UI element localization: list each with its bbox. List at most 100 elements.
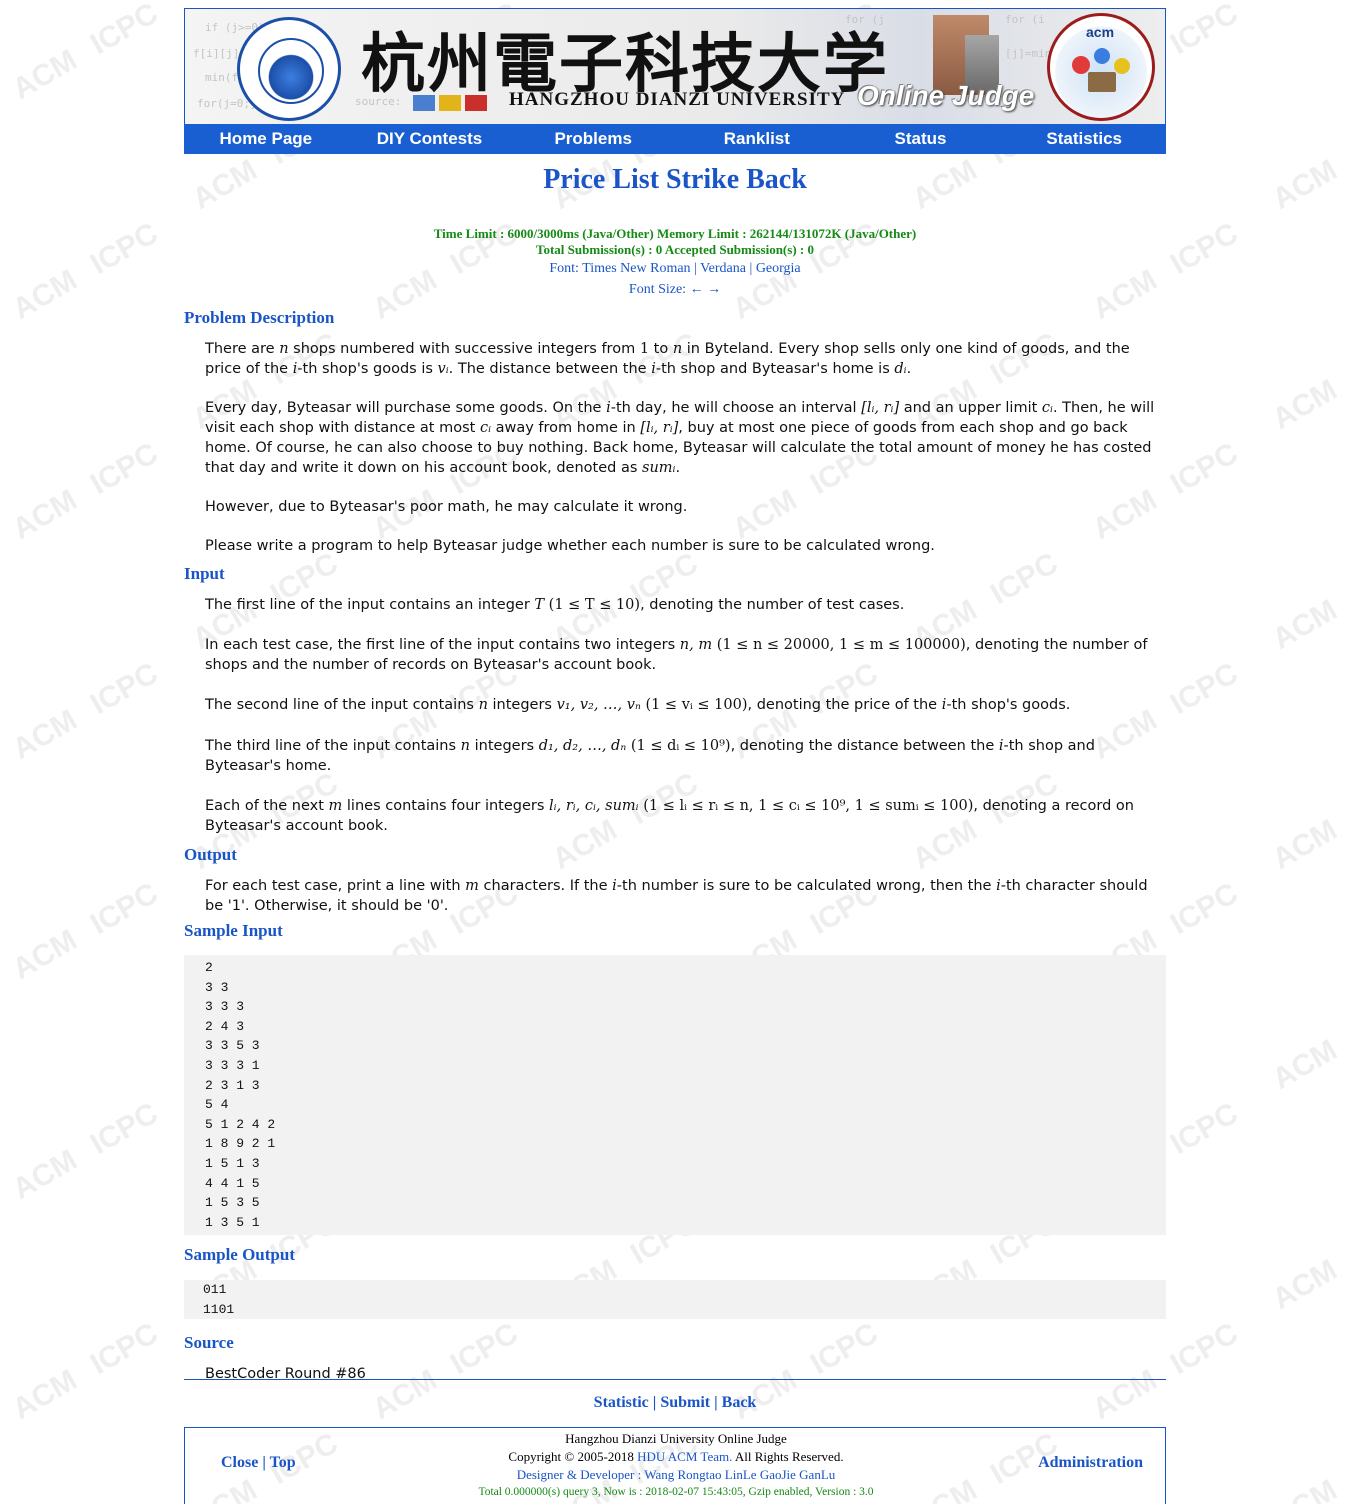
online-judge-label: Online Judge [857,80,1035,111]
sample-input-block: 2 3 3 3 3 3 2 4 3 3 3 5 3 3 3 3 1 2 3 1 3 5 4 5 … [184,955,1166,1236]
sample-input-line: 3 3 3 1 [205,1057,260,1073]
sample-output-section: Sample Output 011 1101 [184,1245,1166,1320]
font-selector: Font: Times New Roman | Verdana | Georgi… [549,261,801,276]
nav-diy-contests[interactable]: DIY Contests [348,124,512,154]
watermark-text: ACMICPC [7,0,164,106]
svg-text:ACM: ACM [1267,1253,1343,1316]
sample-input-line: 1 8 9 2 1 [205,1136,276,1152]
sample-input-line: 4 4 1 5 [205,1175,260,1191]
svg-text:ICPC: ICPC [85,877,164,941]
bottom-links: Statistic | Submit | Back [593,1394,757,1411]
desc-paragraph-1: There are n shops numbered with successi… [205,341,1130,377]
svg-text:ACM: ACM [7,1363,83,1426]
footer-stats: Total 0.000000(s) query 3, Now is : 2018… [478,1486,874,1498]
sample-output-block: 011 1101 [184,1280,1166,1320]
svg-text:ACM: ACM [1267,593,1343,656]
svg-text:ICPC: ICPC [1345,547,1349,611]
submit-link[interactable]: Submit [660,1394,710,1411]
svg-text:ICPC: ICPC [1165,1097,1244,1161]
sample-input-line: 5 4 [205,1097,229,1113]
svg-text:ACM: ACM [7,43,83,106]
input-line-3: The second line of the input contains n … [205,697,1071,713]
svg-text:ACM: ACM [1267,373,1343,436]
font-size-arrows[interactable]: ← → [690,282,722,297]
font-size-label: Font Size: [628,282,687,297]
input-body: The first line of the input contains an … [184,595,1166,836]
limits-line: Time Limit : 6000/3000ms (Java/Other) Me… [433,226,917,241]
hdu-acm-team-link[interactable]: HDU ACM Team. [637,1449,732,1464]
font-georgia[interactable]: Georgia [756,261,801,276]
sample-input-line: 1 5 3 5 [205,1195,260,1211]
watermark-text: ACMICPC [7,657,164,766]
font-size-control: Font Size: ← → [184,282,1166,298]
description-heading: Problem Description [184,308,335,327]
svg-text:ICPC: ICPC [85,0,164,61]
administration-link[interactable]: Administration [1038,1454,1143,1472]
svg-text:ICPC: ICPC [85,1317,164,1381]
font-label: Font: [549,261,579,276]
watermark-text: ACMICPC [1267,767,1349,876]
svg-text:for (i: for (i [1005,13,1045,26]
main-nav: Home Page DIY Contests Problems Ranklist… [184,124,1166,154]
sample-input-line: 3 3 3 [205,999,245,1015]
sample-input-line: 2 4 3 [205,1018,245,1034]
sample-input-line: 1 5 1 3 [205,1155,260,1171]
watermark-text: ACMICPC [7,1097,164,1206]
svg-text:ACM: ACM [7,923,83,986]
input-line-1: The first line of the input contains an … [205,597,905,613]
watermark-text: ACMICPC [7,1317,164,1426]
submissions-line: Total Submission(s) : 0 Accepted Submiss… [536,242,814,257]
desc-paragraph-2: Every day, Byteasar will purchase some g… [205,400,1155,476]
university-english-name: HANGZHOU DIANZI UNIVERSITY [509,89,846,110]
sample-output-line: 011 [203,1282,227,1297]
watermark-text: ACMICPC [7,217,164,326]
statistic-link[interactable]: Statistic [594,1394,649,1411]
nav-problems[interactable]: Problems [511,124,675,154]
nav-ranklist[interactable]: Ranklist [675,124,839,154]
input-heading: Input [184,564,225,583]
svg-text:ACM: ACM [1267,1033,1343,1096]
desc-paragraph-4: Please write a program to help Byteasar … [205,538,935,554]
footer-copyright: Copyright © 2005-2018 HDU ACM Team. All … [508,1449,844,1464]
sample-input-heading: Sample Input [184,921,283,940]
sample-input-line: 2 3 1 3 [205,1077,260,1093]
desc-paragraph-3: However, due to Byteasar's poor math, he… [205,499,688,515]
page-container: if (j>=0) f[i][j]=f[i-1] min(f[i][j], fo… [184,8,1166,154]
university-seal-logo [237,17,341,121]
watermark-text: ACMICPC [1267,987,1349,1096]
source-section: Source BestCoder Round #86 [184,1333,1166,1384]
description-body: There are n shops numbered with successi… [184,339,1166,556]
description-section: Problem Description There are n shops nu… [184,308,1166,556]
svg-text:ICPC: ICPC [1345,1427,1349,1491]
header-banner: if (j>=0) f[i][j]=f[i-1] min(f[i][j], fo… [184,8,1166,124]
font-verdana[interactable]: Verdana [700,261,746,276]
watermark-text: ACMICPC [1267,1427,1349,1504]
nav-statistics[interactable]: Statistics [1002,124,1166,154]
svg-text:ICPC: ICPC [1165,437,1244,501]
svg-text:ICPC: ICPC [1165,657,1244,721]
input-line-5: Each of the next m lines contains four i… [205,798,1134,834]
nav-status[interactable]: Status [839,124,1003,154]
back-link[interactable]: Back [722,1394,757,1411]
svg-text:ACM: ACM [7,483,83,546]
svg-text:ICPC: ICPC [1345,1207,1349,1271]
svg-text:ICPC: ICPC [85,657,164,721]
font-times-new-roman[interactable]: Times New Roman [582,261,690,276]
input-section: Input The first line of the input contai… [184,564,1166,836]
output-heading: Output [184,845,237,864]
sample-output-line: 1101 [203,1301,235,1317]
svg-text:ACM: ACM [1267,1473,1343,1504]
output-paragraph: For each test case, print a line with m … [205,878,1148,914]
input-line-2: In each test case, the first line of the… [205,637,1148,673]
svg-text:ICPC: ICPC [1165,877,1244,941]
sample-input-line: 3 3 [205,979,229,995]
svg-text:ACM: ACM [7,703,83,766]
svg-text:ICPC: ICPC [1165,1317,1244,1381]
watermark-text: ACMICPC [1267,107,1349,216]
svg-text:ICPC: ICPC [1165,217,1244,281]
nav-home-page[interactable]: Home Page [184,124,348,154]
svg-text:ICPC: ICPC [85,437,164,501]
svg-text:ACM: ACM [1267,153,1343,216]
sample-input-line: 2 [205,960,213,975]
acm-icpc-logo: acm [1047,13,1155,121]
